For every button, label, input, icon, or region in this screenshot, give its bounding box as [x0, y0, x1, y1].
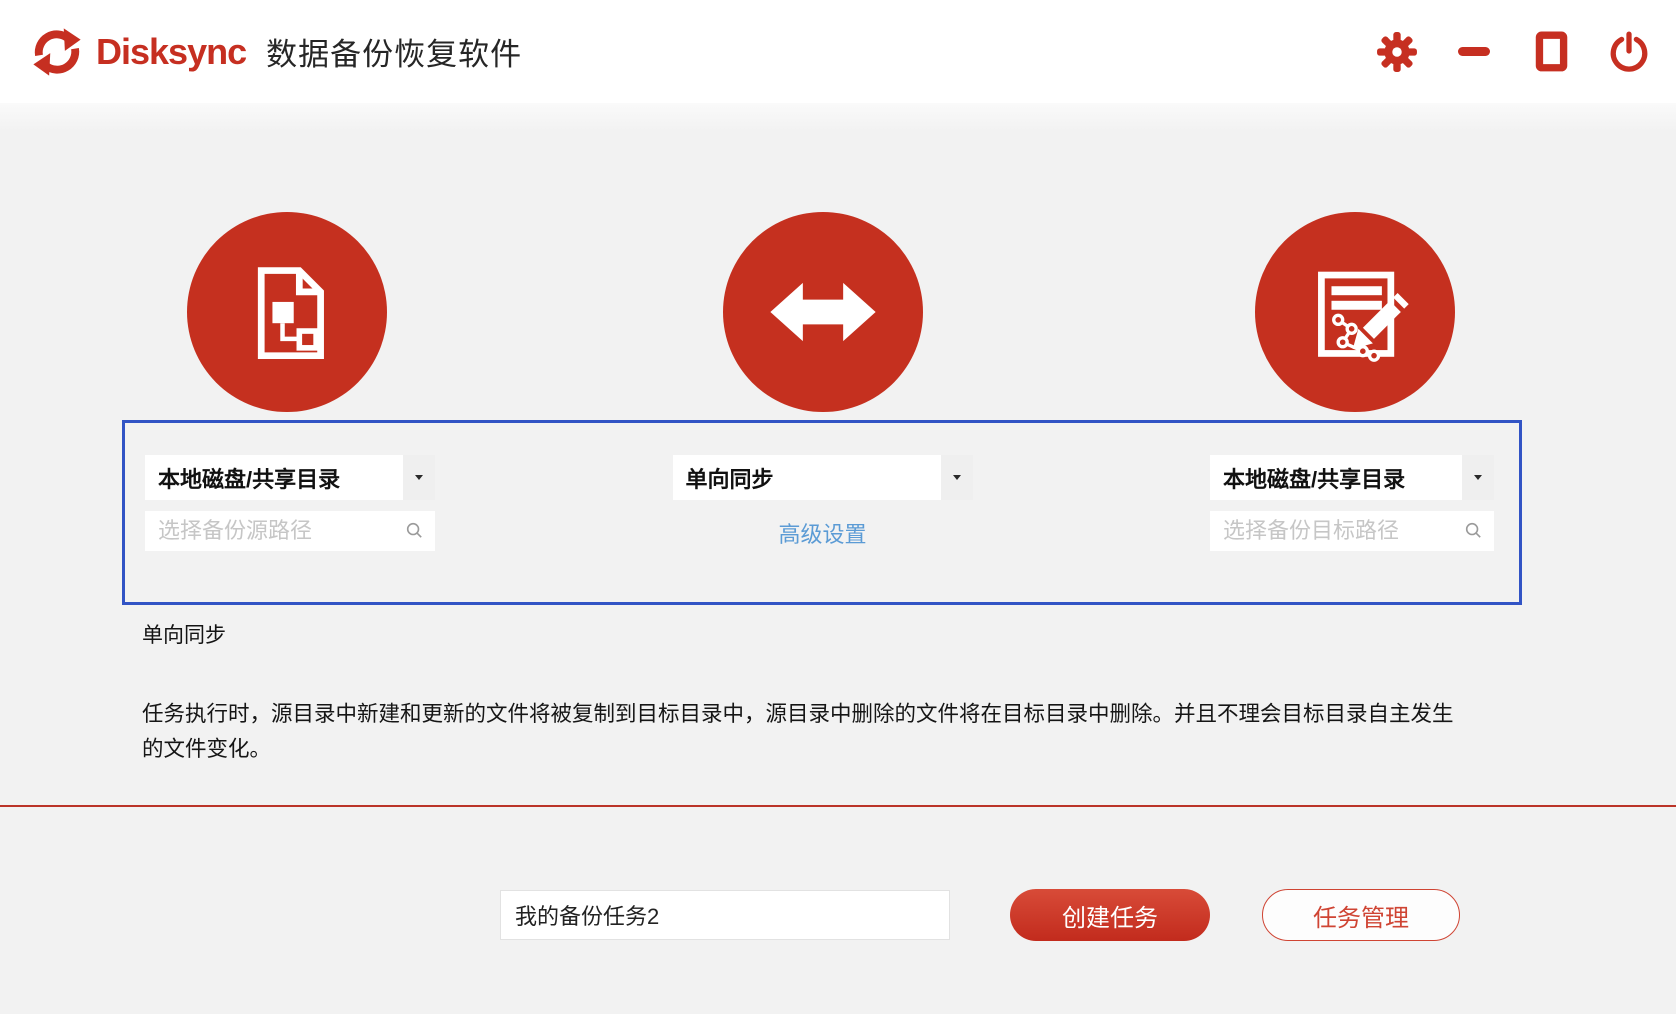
- sync-mode-column: 单向同步 高级设置: [672, 455, 973, 551]
- source-column: 本地磁盘/共享目录: [145, 455, 435, 551]
- source-path-field: [145, 511, 435, 551]
- target-type-select[interactable]: 本地磁盘/共享目录: [1210, 455, 1494, 500]
- selected-mode-label: 单向同步: [142, 624, 226, 647]
- source-type-select[interactable]: 本地磁盘/共享目录: [145, 455, 435, 500]
- source-type-dropdown-button[interactable]: [403, 455, 435, 500]
- backup-source-circle: [187, 212, 387, 412]
- search-icon: [405, 521, 423, 542]
- chevron-down-icon: [415, 475, 423, 480]
- source-path-input[interactable]: [145, 518, 401, 544]
- target-path-field: [1210, 511, 1494, 551]
- target-type-dropdown-button[interactable]: [1462, 455, 1494, 500]
- chevron-down-icon: [1474, 475, 1482, 480]
- app-title: 数据备份恢复软件: [266, 37, 523, 72]
- power-icon[interactable]: [1608, 31, 1650, 73]
- source-flowchart-document-icon: [231, 256, 343, 368]
- mode-description-text: 任务执行时，源目录中新建和更新的文件将被复制到目标目录中，源目录中删除的文件将在…: [142, 702, 1454, 761]
- advanced-settings-link[interactable]: 高级设置: [673, 517, 973, 549]
- target-path-browse-button[interactable]: [1460, 521, 1494, 542]
- maximize-icon[interactable]: [1530, 31, 1572, 73]
- sync-mode-selected-value: 单向同步: [685, 466, 774, 492]
- target-column: 本地磁盘/共享目录: [1210, 455, 1494, 551]
- search-icon: [1464, 521, 1482, 542]
- target-edit-document-icon: [1299, 256, 1411, 368]
- settings-gear-icon[interactable]: [1376, 31, 1418, 73]
- task-actions-row: 创建任务 任务管理: [500, 889, 1676, 941]
- target-column-icon-cell: [1213, 212, 1497, 412]
- title-bar: Disksync 数据备份恢复软件: [0, 0, 1676, 103]
- source-path-browse-button[interactable]: [401, 521, 435, 542]
- task-config-panel: 本地磁盘/共享目录 选择备份源路径 单向同步 高级设置 本地磁盘/共享目录 选择…: [122, 420, 1522, 605]
- source-type-selected-value: 本地磁盘/共享目录: [158, 466, 341, 492]
- sync-mode-select[interactable]: 单向同步: [672, 455, 973, 500]
- double-arrow-icon: [767, 256, 879, 368]
- target-path-input[interactable]: [1210, 518, 1460, 544]
- sync-mode-circle: [722, 212, 923, 412]
- brand-name: Disksync: [96, 30, 247, 72]
- chevron-down-icon: [952, 475, 961, 480]
- create-task-button[interactable]: 创建任务: [1010, 889, 1210, 941]
- source-column-icon-cell: [142, 212, 432, 412]
- target-type-selected-value: 本地磁盘/共享目录: [1223, 466, 1406, 492]
- sync-logo-icon: [30, 25, 84, 79]
- red-divider: [0, 805, 1676, 807]
- task-management-button[interactable]: 任务管理: [1262, 889, 1460, 941]
- main-area: 本地磁盘/共享目录 选择备份源路径 单向同步 高级设置 本地磁盘/共享目录 选择…: [0, 103, 1676, 1014]
- minimize-icon[interactable]: [1454, 32, 1494, 72]
- sync-mode-dropdown-button[interactable]: [940, 455, 973, 500]
- step-icons-row: [122, 103, 1522, 412]
- task-name-input[interactable]: [500, 890, 950, 940]
- app-window: Disksync 数据备份恢复软件 本地磁盘/共享目录 选择备份源路径 单向同步…: [0, 0, 1676, 1014]
- backup-target-circle: [1255, 212, 1455, 412]
- sync-column-icon-cell: [673, 212, 973, 412]
